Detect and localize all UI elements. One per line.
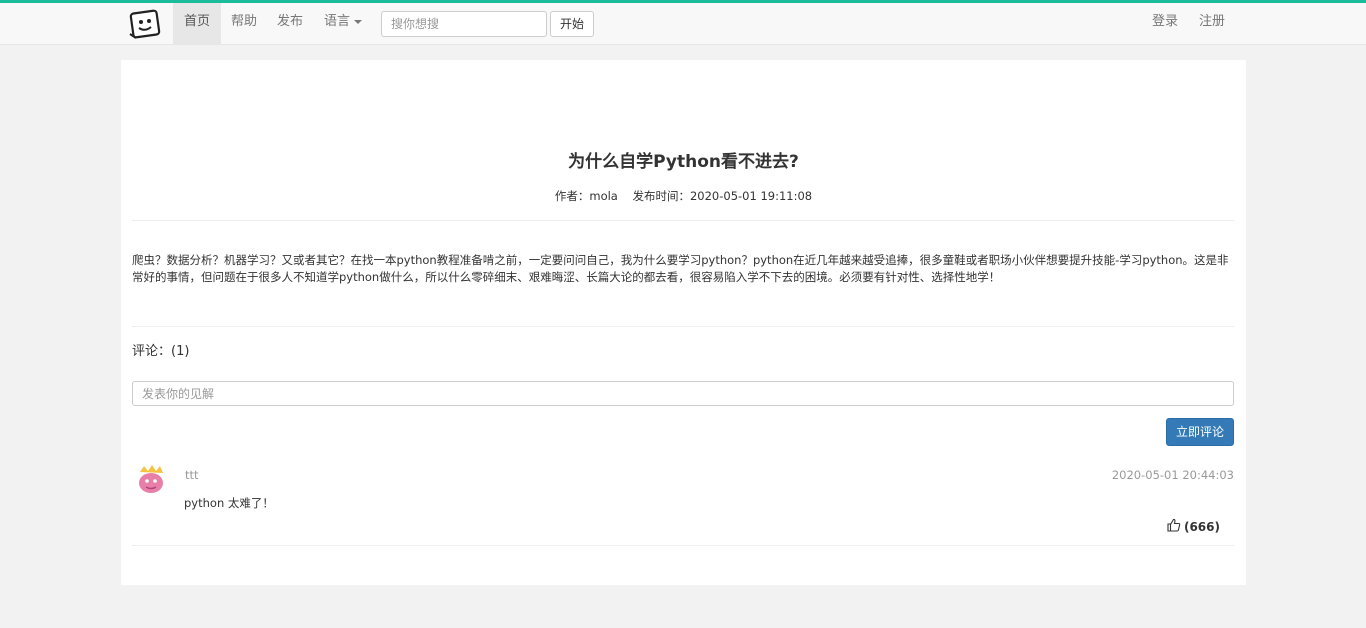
search-input[interactable] — [381, 11, 547, 37]
nav-publish[interactable]: 发布 — [266, 3, 314, 44]
register-link[interactable]: 注册 — [1188, 3, 1236, 44]
avatar — [134, 462, 168, 496]
like-count: (666) — [1183, 519, 1220, 534]
comment-username[interactable]: ttt — [185, 468, 199, 482]
article-body: 爬虫？数据分析？机器学习？又或者其它？在找一本python教程准备啃之前，一定要… — [132, 253, 1229, 284]
nav-publish-label: 发布 — [277, 14, 304, 29]
nav-language-label: 语言 — [324, 14, 351, 29]
caret-down-icon — [354, 19, 363, 24]
divider — [132, 545, 1234, 546]
comment-text: python 太难了！ — [184, 496, 274, 510]
nav-home-label: 首页 — [184, 14, 211, 29]
like-button[interactable]: (666) — [1167, 518, 1220, 535]
navbar: 首页 帮助 发布 语言 开始 登录 注册 — [0, 3, 1366, 45]
search-button[interactable]: 开始 — [550, 11, 594, 37]
divider — [132, 220, 1234, 221]
comment-timestamp: 2020-05-01 20:44:03 — [1111, 468, 1234, 482]
thumbs-up-icon — [1167, 518, 1181, 535]
nav-help-label: 帮助 — [231, 14, 258, 29]
nav-home[interactable]: 首页 — [173, 3, 222, 44]
article-meta: 作者：mola 发布时间：2020-05-01 19:11:08 — [554, 189, 813, 203]
nav-help[interactable]: 帮助 — [220, 3, 268, 44]
login-link[interactable]: 登录 — [1141, 3, 1189, 44]
register-label: 注册 — [1199, 14, 1226, 29]
article-card: 为什么自学Python看不进去? 作者：mola 发布时间：2020-05-01… — [121, 60, 1246, 585]
comment-input[interactable] — [132, 381, 1234, 406]
divider — [132, 326, 1234, 327]
submit-comment-button[interactable]: 立即评论 — [1166, 418, 1234, 446]
comments-title: 评论：(1) — [132, 344, 190, 359]
site-logo[interactable] — [128, 8, 164, 40]
article-title: 为什么自学Python看不进去? — [568, 152, 799, 172]
login-label: 登录 — [1152, 14, 1179, 29]
nav-language-dropdown[interactable]: 语言 — [313, 3, 373, 44]
